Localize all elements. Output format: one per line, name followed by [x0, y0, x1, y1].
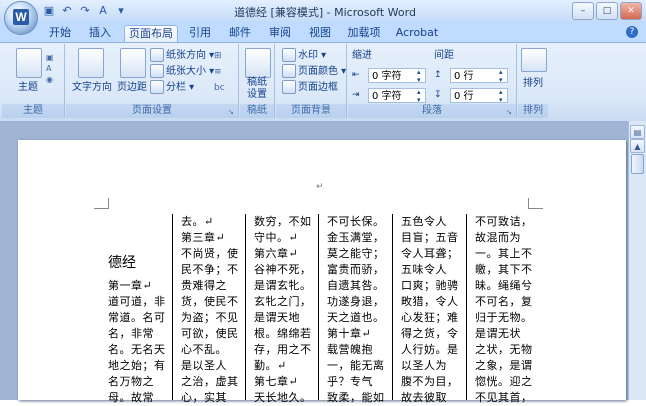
theme-options-icons[interactable]: ▣ A ◉ — [46, 52, 56, 86]
page-border-button[interactable]: 页面边框 — [282, 80, 338, 95]
group-arrange: 排列 排列 — [518, 44, 548, 118]
spacing-after-icon: ↧ — [434, 90, 442, 100]
page-color-icon — [282, 64, 296, 78]
window-controls: – □ ✕ — [572, 2, 642, 20]
text-direction-button[interactable]: 文字方向 — [72, 78, 112, 93]
column-separator — [466, 214, 467, 400]
quick-access-toolbar: ▣ ↶ ↷ A ▾ — [42, 3, 128, 19]
scroll-thumb[interactable] — [631, 154, 644, 174]
draft-paper-button[interactable]: 稿纸 设置 — [242, 77, 272, 101]
ruler-toggle-icon[interactable]: ▤ — [630, 125, 645, 139]
group-label-themes: 主题 — [2, 104, 64, 118]
scroll-up-arrow-icon[interactable]: ▲ — [630, 139, 645, 153]
margin-corner-top-right — [528, 198, 543, 209]
text-column-4: 不可长保。 金玉满堂， 莫之能守； 富贵而骄， 自遗其咎。 功遂身退， 天之道也… — [327, 215, 385, 404]
tab-page-layout[interactable]: 页面布局 — [124, 25, 178, 43]
page-color-button[interactable]: 页面颜色 ▾ — [282, 64, 346, 79]
tab-add-ins[interactable]: 加载项 — [344, 25, 384, 42]
column-separator — [318, 214, 319, 400]
themes-button-label[interactable]: 主题 — [14, 78, 42, 93]
group-label-paragraph: 段落 — [348, 104, 516, 118]
tab-view[interactable]: 视图 — [304, 25, 336, 42]
watermark-button[interactable]: 水印 ▾ — [282, 48, 326, 63]
group-paragraph: 缩进 ⇤ 0 字符 ⇥ 0 字符 间距 ↥ 0 行 ↧ 0 行 段落 ↘ — [348, 44, 517, 118]
tab-insert[interactable]: 插入 — [84, 25, 116, 42]
document-heading: 德经 — [108, 255, 136, 271]
paper-size-icon — [150, 64, 164, 78]
spacing-title: 间距 — [434, 50, 454, 61]
group-page-background: 水印 ▾ 页面颜色 ▾ 页面边框 页面背景 — [276, 44, 347, 118]
word-logo-icon: W — [13, 9, 29, 25]
margin-corner-top-left — [94, 198, 109, 209]
draft-paper-icon[interactable] — [245, 48, 271, 78]
office-button[interactable]: W — [4, 1, 38, 35]
column-separator — [392, 214, 393, 400]
text-column-5: 五色令人 目盲；五音 令人耳聋； 五味令人 口爽；驰骋 畋猎，令人 心发狂；难 … — [401, 215, 459, 404]
redo-icon[interactable]: ↷ — [78, 4, 92, 18]
margins-button[interactable]: 页边距 — [114, 78, 150, 93]
tab-home[interactable]: 开始 — [44, 25, 76, 42]
tab-mailings[interactable]: 邮件 — [224, 25, 256, 42]
indent-left-input[interactable]: 0 字符 — [368, 68, 426, 84]
window-title: 道德经 [兼容模式] - Microsoft Word — [234, 6, 416, 19]
orientation-button[interactable]: 纸张方向 ▾ — [150, 48, 214, 63]
breaks-lineno-hyphen-icons[interactable]: ⊞ ≡ bc — [214, 48, 225, 96]
group-label-page-setup: 页面设置 — [66, 104, 238, 118]
group-draft-paper: 稿纸 设置 稿纸 — [240, 44, 275, 118]
orientation-icon — [150, 48, 164, 62]
margins-icon[interactable] — [120, 48, 146, 78]
page-setup-launcher-icon[interactable]: ↘ — [228, 108, 236, 116]
text-column-3: 数穷，不如 守中。↵ 第六章↵ 谷神不死， 是谓玄牝。 玄牝之门， 是谓天地 根… — [254, 215, 312, 404]
customize-qat-icon[interactable]: ▾ — [114, 4, 128, 18]
columns-icon — [150, 80, 164, 94]
indent-right-icon: ⇥ — [352, 90, 360, 100]
tab-references[interactable]: 引用 — [184, 25, 216, 42]
spacing-before-icon: ↥ — [434, 70, 442, 80]
tab-review[interactable]: 审阅 — [264, 25, 296, 42]
maximize-button[interactable]: □ — [596, 2, 618, 20]
themes-icon[interactable] — [16, 48, 42, 78]
close-button[interactable]: ✕ — [620, 2, 642, 20]
paragraph-launcher-icon[interactable]: ↘ — [506, 108, 514, 116]
vertical-scrollbar[interactable]: ▤ ▲ — [628, 121, 646, 400]
help-icon[interactable]: ? — [626, 26, 638, 38]
group-label-arrange: 排列 — [518, 104, 548, 118]
indent-title: 缩进 — [352, 50, 372, 61]
size-button[interactable]: 纸张大小 ▾ — [150, 64, 214, 79]
arrange-icon[interactable] — [521, 48, 547, 72]
group-page-setup: 文字方向 页边距 纸张方向 ▾ 纸张大小 ▾ 分栏 ▾ ⊞ ≡ bc 页面设置 ↘ — [66, 44, 239, 118]
minimize-button[interactable]: – — [572, 2, 594, 20]
text-column-1: 第一章↵ 道可道，非 常道。名可 名，非常 名。无名天 地之始；有 名万物之 母… — [108, 279, 166, 404]
spelling-icon[interactable]: A — [96, 4, 110, 18]
text-direction-icon[interactable] — [78, 48, 104, 78]
page-border-icon — [282, 80, 296, 94]
column-separator — [172, 214, 173, 400]
indent-left-icon: ⇤ — [352, 70, 360, 80]
save-icon[interactable]: ▣ — [42, 4, 56, 18]
paragraph-mark: ↵ — [316, 182, 324, 192]
spacing-before-input[interactable]: 0 行 — [450, 68, 508, 84]
watermark-icon — [282, 48, 296, 62]
columns-button[interactable]: 分栏 ▾ — [150, 80, 194, 95]
column-separator — [245, 214, 246, 400]
undo-icon[interactable]: ↶ — [60, 4, 74, 18]
arrange-button[interactable]: 排列 — [518, 74, 548, 89]
tab-acrobat[interactable]: Acrobat — [392, 25, 442, 42]
group-label-draft-paper: 稿纸 — [240, 104, 274, 118]
text-column-6: 不可致诘， 故混而为 一。其上不 皦，其下不 昧。绳绳兮 不可名，复 归于无物。… — [475, 215, 533, 404]
group-themes: ▣ A ◉ 主题 主题 — [2, 44, 65, 118]
group-label-page-background: 页面背景 — [276, 104, 346, 118]
spacing-after-input[interactable]: 0 行 — [450, 88, 508, 104]
text-column-2: 去。↵ 第三章↵ 不尚贤，使 民不争；不 贵难得之 货，使民不 为盗；不见 可欲… — [181, 215, 239, 404]
indent-right-input[interactable]: 0 字符 — [368, 88, 426, 104]
